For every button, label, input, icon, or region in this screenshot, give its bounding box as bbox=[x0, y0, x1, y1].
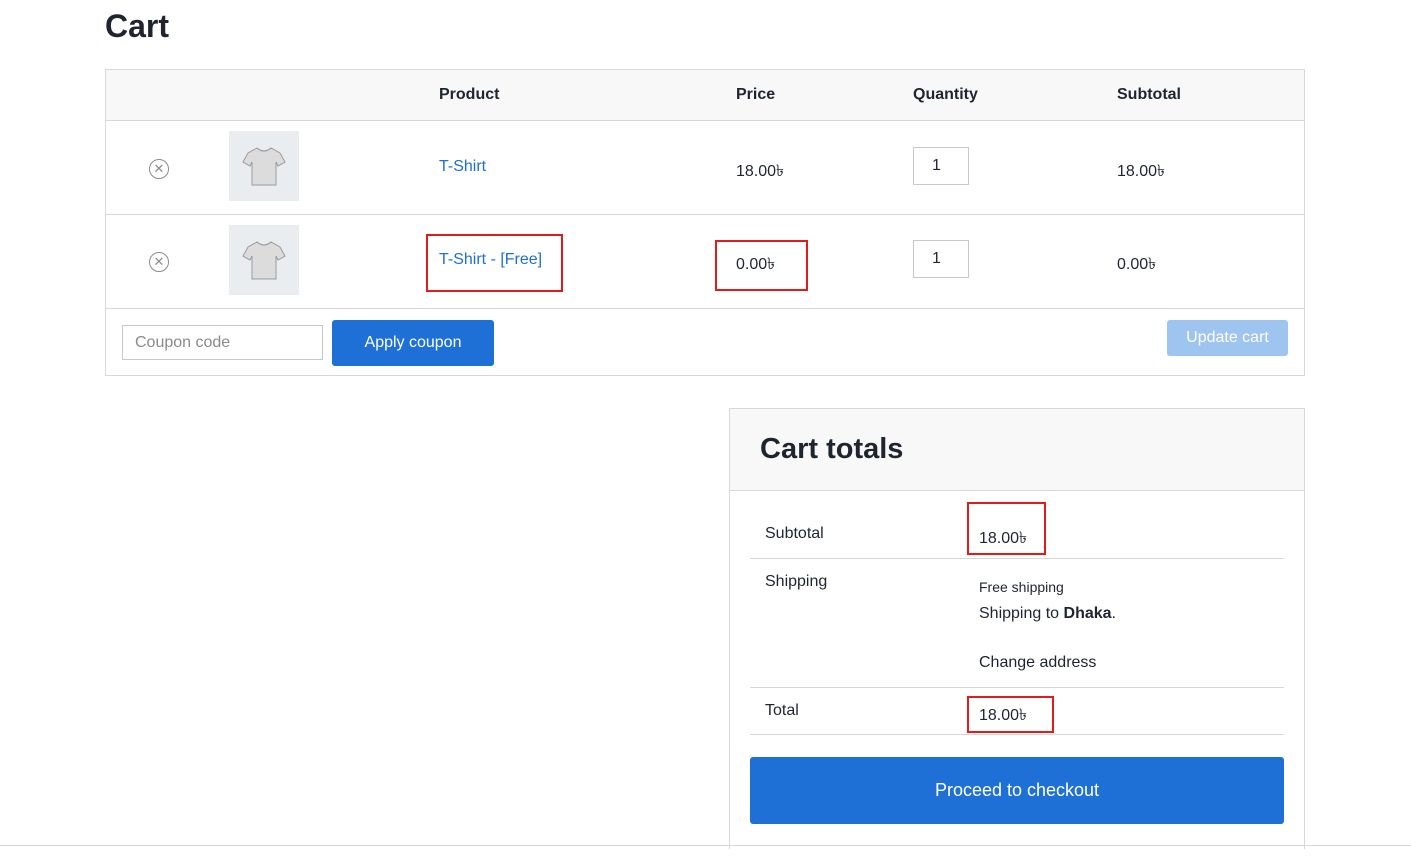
coupon-input[interactable] bbox=[122, 325, 323, 360]
header-product: Product bbox=[439, 86, 500, 103]
product-link[interactable]: T-Shirt bbox=[439, 158, 486, 176]
page-bottom-divider bbox=[0, 845, 1411, 846]
cart-totals-header: Cart totals bbox=[730, 409, 1304, 491]
tshirt-icon bbox=[242, 147, 286, 186]
quantity-input[interactable] bbox=[913, 147, 969, 185]
cart-table-header: Product Price Quantity Subtotal bbox=[106, 70, 1304, 121]
total-value: 18.00৳ bbox=[979, 707, 1028, 724]
tshirt-icon bbox=[242, 241, 286, 280]
tshirt-thumbnail[interactable] bbox=[229, 225, 299, 295]
totals-shipping-row: Shipping Free shipping Shipping to Dhaka… bbox=[750, 559, 1284, 688]
cart-item-row: ✕ T-Shirt - [Free] 0.00৳ 0.00৳ bbox=[106, 215, 1304, 309]
shipping-method: Free shipping bbox=[979, 579, 1064, 595]
header-price: Price bbox=[736, 86, 776, 103]
remove-circle-icon[interactable]: ✕ bbox=[149, 159, 169, 179]
shipping-destination: Shipping to Dhaka. bbox=[979, 605, 1116, 623]
shipping-to-suffix: . bbox=[1111, 605, 1116, 622]
shipping-city: Dhaka bbox=[1063, 605, 1112, 622]
totals-subtotal-row: Subtotal 18.00৳ bbox=[750, 511, 1284, 559]
item-subtotal: 18.00৳ bbox=[1117, 163, 1166, 180]
header-subtotal: Subtotal bbox=[1117, 86, 1181, 103]
cart-table: Product Price Quantity Subtotal ✕ T-Shir… bbox=[105, 69, 1305, 376]
shipping-to-prefix: Shipping to bbox=[979, 605, 1064, 622]
remove-circle-icon[interactable]: ✕ bbox=[149, 252, 169, 272]
totals-total-row: Total 18.00৳ bbox=[750, 688, 1284, 735]
cart-totals-title: Cart totals bbox=[760, 433, 904, 465]
item-subtotal: 0.00৳ bbox=[1117, 256, 1157, 273]
tshirt-thumbnail[interactable] bbox=[229, 131, 299, 201]
proceed-to-checkout-button[interactable]: Proceed to checkout bbox=[750, 757, 1284, 824]
apply-coupon-button[interactable]: Apply coupon bbox=[332, 320, 494, 366]
cart-totals: Cart totals Subtotal 18.00৳ Shipping Fre… bbox=[729, 408, 1305, 849]
item-price: 18.00৳ bbox=[736, 163, 785, 180]
shipping-label: Shipping bbox=[765, 573, 828, 590]
header-quantity: Quantity bbox=[913, 86, 978, 103]
page-title: Cart bbox=[105, 8, 170, 44]
item-price: 0.00৳ bbox=[736, 256, 776, 273]
change-address-link[interactable]: Change address bbox=[979, 654, 1096, 672]
cart-actions: Apply coupon Update cart bbox=[106, 309, 1304, 375]
cart-item-row: ✕ T-Shirt 18.00৳ 18.00৳ bbox=[106, 121, 1304, 215]
product-link[interactable]: T-Shirt - [Free] bbox=[439, 251, 542, 269]
subtotal-label: Subtotal bbox=[765, 525, 824, 542]
update-cart-button[interactable]: Update cart bbox=[1167, 320, 1288, 356]
quantity-input[interactable] bbox=[913, 240, 969, 278]
total-label: Total bbox=[765, 702, 799, 719]
subtotal-value: 18.00৳ bbox=[979, 530, 1028, 547]
